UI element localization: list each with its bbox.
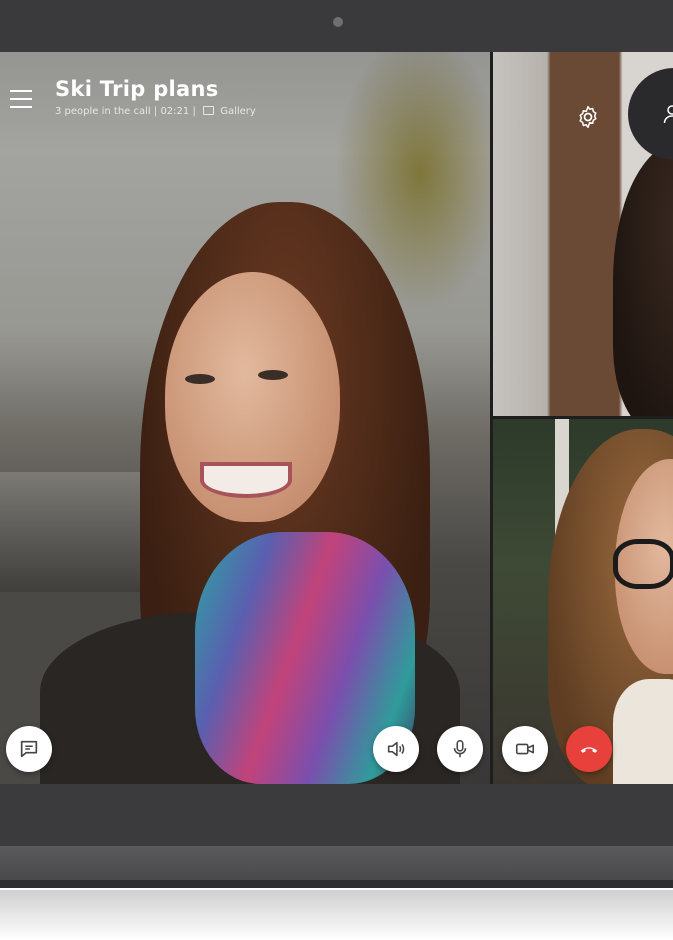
- video-camera-icon: [515, 743, 535, 755]
- subtitle-separator: |: [153, 106, 158, 117]
- participant-eye-right: [258, 370, 288, 380]
- chat-icon: [20, 740, 38, 758]
- device-hinge: [0, 846, 673, 880]
- call-title: Ski Trip plans: [55, 77, 219, 101]
- hamburger-menu-icon[interactable]: [10, 90, 32, 108]
- screen-bottom-bezel: [0, 784, 673, 846]
- view-mode-label[interactable]: Gallery: [220, 106, 256, 117]
- gear-icon[interactable]: [575, 104, 601, 130]
- subtitle-separator: |: [192, 106, 196, 117]
- participant-glasses: [613, 539, 673, 589]
- gallery-icon: [203, 106, 215, 115]
- person-icon: [663, 105, 673, 124]
- participant-sweater: [613, 679, 673, 784]
- participant-count: 3 people in the call: [55, 106, 151, 117]
- call-duration: 02:21: [160, 106, 190, 117]
- hang-up-icon: [580, 747, 598, 753]
- chat-button[interactable]: [6, 726, 52, 772]
- device-shadow: [0, 890, 673, 940]
- call-subtitle: 3 people in the call | 02:21 | Gallery: [55, 106, 256, 117]
- microphone-icon: [453, 739, 467, 758]
- call-screen: Ski Trip plans 3 people in the call | 02…: [0, 52, 673, 784]
- webcam-dot: [333, 17, 343, 27]
- speaker-icon: [387, 741, 405, 757]
- device-edge: [0, 880, 673, 888]
- participant-eye-left: [185, 374, 215, 384]
- call-header: Ski Trip plans 3 people in the call | 02…: [0, 52, 490, 152]
- microphone-button[interactable]: [437, 726, 483, 772]
- speaker-button[interactable]: [373, 726, 419, 772]
- video-tile-main[interactable]: Ski Trip plans 3 people in the call | 02…: [0, 52, 490, 784]
- device-frame: Ski Trip plans 3 people in the call | 02…: [0, 0, 673, 888]
- video-toggle-button[interactable]: [502, 726, 548, 772]
- participant-smile: [200, 462, 292, 498]
- end-call-button[interactable]: [566, 726, 612, 772]
- participant-hair: [613, 142, 673, 416]
